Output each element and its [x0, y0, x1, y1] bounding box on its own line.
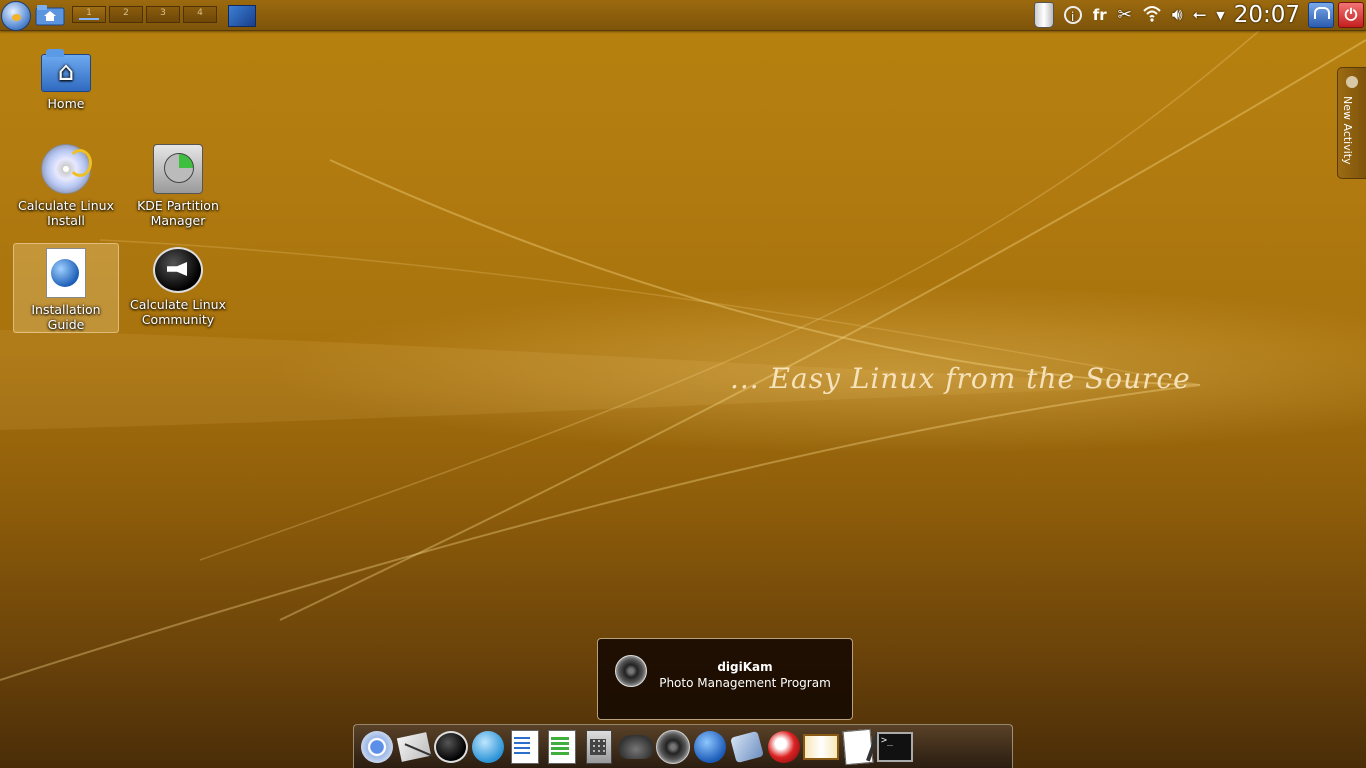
new-activity-tab[interactable]: New Activity	[1337, 67, 1366, 179]
desktop-icon-calculate-install[interactable]: Calculate Linux Install	[13, 144, 119, 234]
install-disc-icon	[41, 144, 92, 194]
dock-item-spreadsheet[interactable]	[544, 729, 580, 765]
desktop-icon-label: Home	[47, 96, 85, 111]
text-editor-icon	[842, 728, 874, 765]
chat-icon	[472, 730, 504, 763]
dock-item-terminal[interactable]: >_	[877, 729, 913, 765]
megaphone-icon	[434, 730, 468, 763]
show-desktop-icon[interactable]	[228, 5, 256, 27]
dock-item-chromium[interactable]	[359, 729, 395, 765]
virtual-desktop-pager: 1 2 3 4	[72, 6, 217, 24]
tooltip-title: digiKam	[717, 660, 773, 674]
desktop-icon-label: KDE Partition Manager	[137, 198, 219, 228]
application-launcher-icon[interactable]	[1, 1, 31, 31]
dock-item-chat[interactable]	[470, 729, 506, 765]
desktop-icon-label: Calculate Linux Community	[129, 297, 227, 327]
power-button[interactable]: ⏻	[1338, 2, 1364, 28]
wifi-icon[interactable]	[1142, 4, 1162, 27]
home-folder-icon[interactable]	[35, 4, 65, 26]
video-editor-icon	[730, 730, 764, 763]
dock-item-book[interactable]	[803, 729, 839, 765]
book-icon	[803, 733, 839, 760]
gimp-icon	[619, 734, 653, 759]
dock-item-megaphone[interactable]	[433, 729, 469, 765]
chromium-icon	[361, 730, 393, 763]
dock-item-video-editor[interactable]	[729, 729, 765, 765]
trash-icon[interactable]	[1033, 2, 1054, 28]
rocket-icon	[768, 730, 800, 763]
wallpaper-slogan: ... Easy Linux from the Source	[730, 362, 1191, 395]
dock-tooltip: digiKam Photo Management Program	[597, 638, 853, 720]
desktop-icon-community[interactable]: Calculate Linux Community	[125, 247, 231, 337]
top-panel: 1 2 3 4 i fr ✂ 🔊︎ ⭠ ▼ 20:07 ⏻	[0, 0, 1366, 31]
spreadsheet-icon	[548, 729, 576, 764]
desktop-4-button[interactable]: 4	[183, 6, 217, 23]
desktop-icon-partition-manager[interactable]: KDE Partition Manager	[125, 144, 231, 234]
writer-icon	[511, 729, 539, 764]
dock-item-calculator[interactable]	[581, 729, 617, 765]
dock-item-wolf[interactable]	[692, 729, 728, 765]
home-folder-icon	[41, 49, 91, 92]
megaphone-bubble-icon	[153, 247, 203, 293]
web-document-icon	[46, 248, 86, 298]
terminal-icon: >_	[877, 731, 913, 762]
dock-item-writer[interactable]	[507, 729, 543, 765]
wolf-icon	[694, 730, 726, 763]
scissors-icon[interactable]: ✂	[1118, 5, 1132, 25]
application-dock: >_	[353, 724, 1013, 768]
dock-item-digikam[interactable]	[655, 729, 691, 765]
lock-screen-button[interactable]	[1308, 2, 1334, 28]
desktop-2-button[interactable]: 2	[109, 6, 143, 23]
digikam-icon	[656, 729, 690, 764]
mail-icon	[396, 731, 432, 762]
hard-disk-icon	[153, 144, 203, 194]
desktop-icon-installation-guide[interactable]: Installation Guide	[13, 243, 119, 333]
dock-item-mail[interactable]	[396, 729, 432, 765]
usb-icon[interactable]: ⭠	[1193, 5, 1207, 25]
volume-icon[interactable]: 🔊︎	[1172, 5, 1183, 25]
desktop-icon-home[interactable]: Home	[13, 44, 119, 132]
desktop-3-button[interactable]: 3	[146, 6, 180, 23]
desktop-icon-label: Installation Guide	[31, 302, 101, 332]
chevron-down-icon[interactable]: ▼	[1216, 9, 1224, 22]
keyboard-layout-indicator[interactable]: fr	[1093, 6, 1107, 24]
dock-item-rocket[interactable]	[766, 729, 802, 765]
dock-item-gimp[interactable]	[618, 729, 654, 765]
calculator-icon	[586, 729, 612, 764]
dock-item-text-editor[interactable]	[840, 728, 876, 765]
system-tray: i fr ✂ 🔊︎ ⭠ ▼ 20:07 ⏻	[1029, 0, 1366, 30]
tooltip-description: Photo Management Program	[659, 676, 831, 690]
desktop-icon-label: Calculate Linux Install	[17, 198, 115, 228]
moon-icon	[1346, 76, 1358, 88]
clock[interactable]: 20:07	[1234, 2, 1300, 28]
new-activity-label: New Activity	[1341, 96, 1354, 165]
desktop-1-button[interactable]: 1	[72, 6, 106, 23]
info-icon[interactable]: i	[1063, 6, 1082, 24]
